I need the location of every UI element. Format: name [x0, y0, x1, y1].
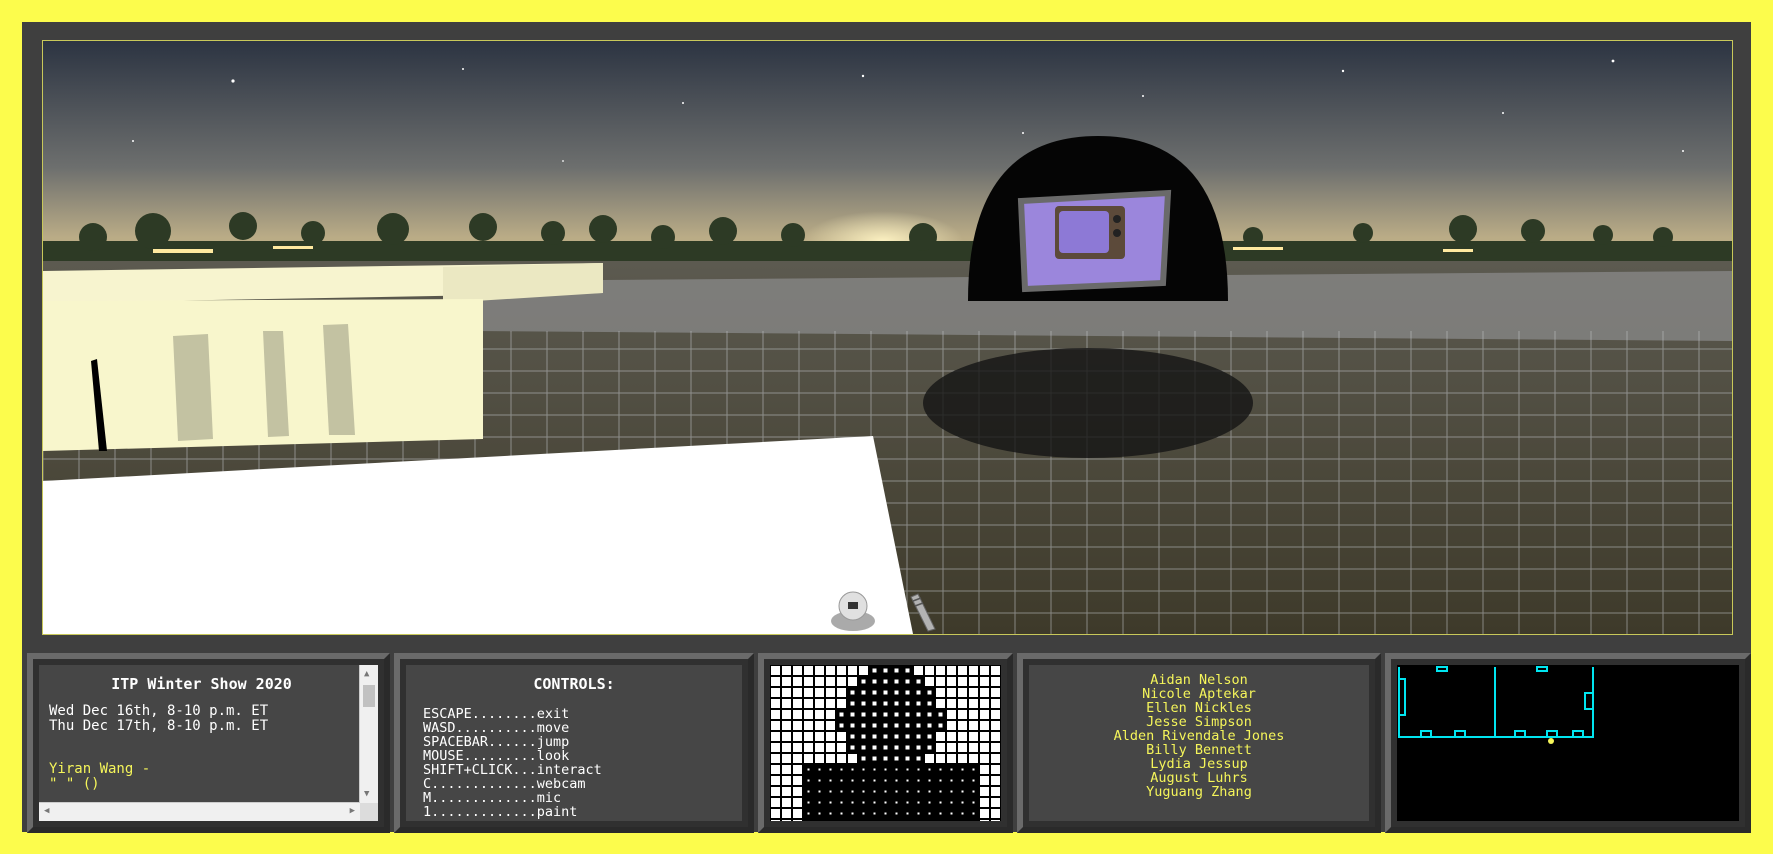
- horizontal-scrollbar[interactable]: ◀ ▶: [39, 802, 360, 821]
- minimap-panel: [1385, 653, 1751, 833]
- credit-name: Ellen Nickles: [1146, 700, 1252, 716]
- minimap[interactable]: [1397, 665, 1739, 821]
- artist-line: Yiran Wang -: [49, 761, 151, 777]
- credit-name: Jesse Simpson: [1146, 714, 1252, 730]
- arrow-left-icon[interactable]: ◀: [44, 806, 49, 816]
- arrow-up-icon[interactable]: ▲: [364, 669, 369, 679]
- credit-name: Yuguang Zhang: [1146, 784, 1252, 800]
- credit-name: Aidan Nelson: [1150, 672, 1248, 688]
- credits-list: Aidan Nelson Nicole Aptekar Ellen Nickle…: [1029, 665, 1369, 799]
- vertical-scrollbar[interactable]: ▲ ▼: [359, 665, 378, 803]
- info-panel: ITP Winter Show 2020 Wed Dec 16th, 8-10 …: [27, 653, 390, 833]
- show-dates: Wed Dec 16th, 8-10 p.m. ET Thu Dec 17th,…: [49, 704, 350, 734]
- player-marker: [1548, 738, 1554, 744]
- project-line: " " (): [49, 776, 100, 792]
- show-date-2: Thu Dec 17th, 8-10 p.m. ET: [49, 718, 269, 734]
- arrow-down-icon[interactable]: ▼: [364, 789, 369, 799]
- controls-list: ESCAPE........exit WASD..........move SP…: [406, 707, 742, 819]
- map-walls: [1398, 666, 1594, 738]
- credit-name: Nicole Aptekar: [1142, 686, 1256, 702]
- control-item: M.............mic: [423, 790, 562, 806]
- scroll-thumb[interactable]: [363, 685, 375, 707]
- arrow-right-icon[interactable]: ▶: [350, 806, 355, 816]
- credit-name: August Luhrs: [1150, 770, 1248, 786]
- credit-name: Lydia Jessup: [1150, 756, 1248, 772]
- control-item: WASD..........move: [423, 720, 570, 736]
- control-item: C.............webcam: [423, 776, 586, 792]
- show-date-1: Wed Dec 16th, 8-10 p.m. ET: [49, 703, 269, 719]
- dome-shadow: [923, 348, 1253, 458]
- control-item: ESCAPE........exit: [423, 706, 570, 722]
- control-item: MOUSE.........look: [423, 748, 570, 764]
- info-scroll-area[interactable]: ITP Winter Show 2020 Wed Dec 16th, 8-10 …: [39, 665, 360, 803]
- controls-title: CONTROLS:: [533, 675, 615, 693]
- scrollbar-corner: [360, 803, 378, 821]
- webcam-dither-preview: [770, 665, 1001, 821]
- credit-name: Alden Rivendale Jones: [1113, 728, 1285, 744]
- scene-canvas[interactable]: [43, 41, 1732, 634]
- control-item: SHIFT+CLICK...interact: [423, 762, 602, 778]
- webcam-preview-panel: [758, 653, 1013, 833]
- credit-name: Billy Bennett: [1146, 742, 1252, 758]
- control-item: SPACEBAR......jump: [423, 734, 570, 750]
- controls-panel: CONTROLS: ESCAPE........exit WASD.......…: [394, 653, 754, 833]
- control-item: 1.............paint: [423, 804, 578, 820]
- names-panel: Aidan Nelson Nicole Aptekar Ellen Nickle…: [1017, 653, 1381, 833]
- gallery-building-front: [43, 299, 483, 451]
- show-title: ITP Winter Show 2020: [111, 675, 292, 693]
- 3d-viewport[interactable]: [42, 40, 1733, 635]
